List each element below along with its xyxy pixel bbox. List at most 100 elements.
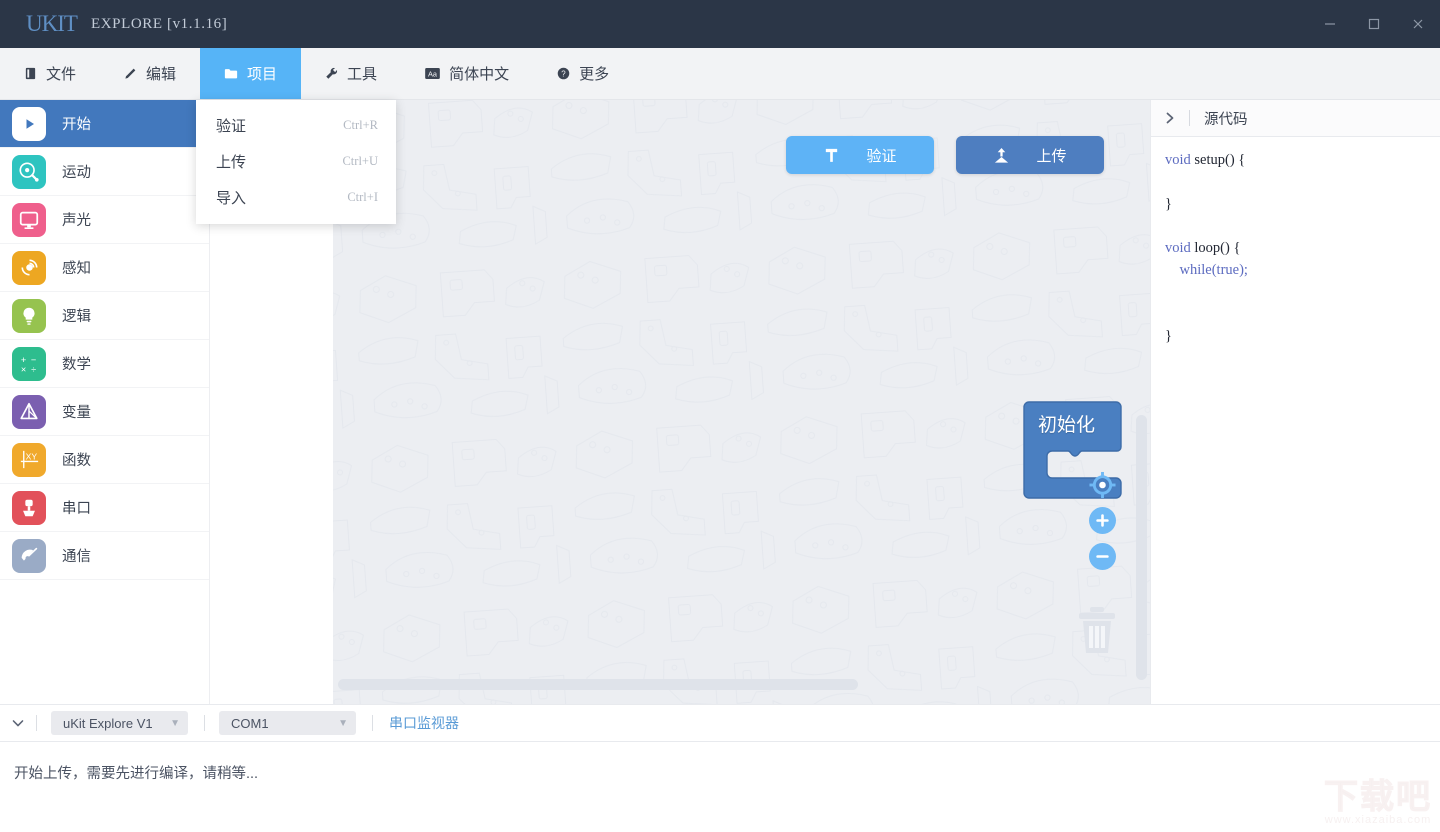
sidebar-item-label: 变量 (62, 405, 91, 421)
svg-text:×: × (21, 364, 26, 374)
dropdown-item-shortcut: Ctrl+U (342, 153, 378, 168)
upload-icon (993, 147, 1010, 164)
sidebar-item-label: 数学 (62, 357, 91, 373)
app-title: EXPLORE [v1.1.16] (90, 15, 228, 32)
source-panel-title: 源代码 (1204, 111, 1248, 128)
sidebar-item-motion[interactable]: 运动 (0, 148, 209, 196)
menu-item-language[interactable]: Aa 简体中文 (401, 48, 533, 99)
sidebar-item-label: 开始 (62, 117, 91, 133)
menu-item-file[interactable]: 文件 (0, 48, 100, 99)
verify-button-label: 验证 (866, 147, 897, 165)
code-line: } (1165, 325, 1440, 347)
chevron-down-icon: ▼ (338, 717, 348, 729)
minus-icon[interactable] (1089, 543, 1116, 570)
code-token: while(true); (1179, 262, 1248, 278)
upload-button[interactable]: 上传 (956, 136, 1104, 174)
sidebar-item-sensing[interactable]: 感知 (0, 244, 209, 292)
sidebar-item-logic[interactable]: 逻辑 (0, 292, 209, 340)
sidebar-item-label: 感知 (62, 261, 91, 277)
svg-text:XY: XY (25, 452, 37, 462)
canvas-horizontal-scrollbar[interactable] (338, 679, 1143, 690)
code-line: void setup() { (1165, 149, 1440, 171)
help-icon: ? (557, 67, 570, 80)
title-bar: UKIT EXPLORE [v1.1.16] (0, 0, 1440, 48)
function-icon: XY (12, 442, 46, 477)
log-panel: 开始上传，需要先进行编译，请稍等... 下载吧 www.xiazaiba.com (0, 742, 1440, 832)
dropdown-item-verify[interactable]: 验证 Ctrl+R (196, 107, 396, 143)
watermark: 下载吧 www.xiazaiba.com (1324, 780, 1432, 827)
display-icon (12, 202, 46, 237)
code-token: } (1165, 328, 1172, 344)
board-select-value: uKit Explore V1 (63, 715, 153, 731)
folder-icon (224, 67, 238, 80)
sidebar-item-math[interactable]: + − × ÷ 数学 (0, 340, 209, 388)
scrollbar-thumb[interactable] (338, 679, 858, 690)
scrollbar-thumb[interactable] (1136, 415, 1147, 680)
sidebar-item-label: 运动 (62, 165, 91, 181)
workspace-canvas[interactable]: 验证 上传 初始化 (333, 100, 1150, 704)
plus-icon[interactable] (1089, 507, 1116, 534)
trash-icon[interactable] (1076, 605, 1118, 660)
math-icon: + − × ÷ (12, 346, 46, 381)
svg-text:?: ? (561, 69, 566, 78)
source-panel-header: 源代码 (1151, 100, 1440, 137)
sidebar-item-label: 函数 (62, 453, 91, 469)
source-code-panel: 源代码 void setup() { } void loop() { while… (1150, 100, 1440, 704)
sidebar-item-serial[interactable]: 串口 (0, 484, 209, 532)
maximize-icon[interactable] (1352, 0, 1396, 48)
board-select[interactable]: uKit Explore V1 ▼ (51, 711, 188, 735)
menu-item-tools[interactable]: 工具 (301, 48, 401, 99)
project-dropdown-menu: 验证 Ctrl+R 上传 Ctrl+U 导入 Ctrl+I (196, 100, 396, 224)
sidebar-item-label: 声光 (62, 213, 91, 229)
menu-label: 编辑 (146, 66, 177, 83)
sidebar-item-start[interactable]: 开始 (0, 100, 209, 148)
usb-icon (12, 490, 46, 525)
status-divider (372, 715, 373, 731)
variable-icon (12, 394, 46, 429)
source-code-text: void setup() { } void loop() { while(tru… (1151, 137, 1440, 704)
port-select[interactable]: COM1 ▼ (219, 711, 356, 735)
dropdown-item-import[interactable]: 导入 Ctrl+I (196, 179, 396, 215)
sidebar-item-variable[interactable]: 变量 (0, 388, 209, 436)
sidebar-item-label: 逻辑 (62, 309, 91, 325)
status-divider (204, 715, 205, 731)
sidebar-item-label: 通信 (62, 549, 91, 565)
sidebar-item-sound-light[interactable]: 声光 (0, 196, 209, 244)
menu-bar: 文件 编辑 项目 工具 Aa 简体中文 ? 更多 (0, 48, 1440, 100)
block-label: 初始化 (1038, 415, 1096, 436)
code-line: } (1165, 193, 1440, 215)
sidebar-item-communication[interactable]: 通信 (0, 532, 209, 580)
motion-icon (12, 154, 46, 189)
menu-item-edit[interactable]: 编辑 (100, 48, 200, 99)
sidebar-item-function[interactable]: XY 函数 (0, 436, 209, 484)
dropdown-item-shortcut: Ctrl+R (343, 117, 378, 132)
code-line: while(true); (1165, 259, 1440, 281)
zoom-controls (1089, 471, 1116, 570)
wrench-icon (325, 67, 338, 80)
menu-label: 工具 (347, 66, 378, 83)
chevron-right-icon[interactable] (1151, 112, 1189, 124)
chevron-down-icon[interactable] (0, 719, 36, 728)
menu-item-project[interactable]: 项目 (200, 48, 302, 99)
antenna-icon (12, 538, 46, 573)
svg-text:÷: ÷ (31, 364, 36, 374)
svg-text:Aa: Aa (428, 69, 438, 78)
serial-monitor-link[interactable]: 串口监视器 (389, 713, 459, 733)
code-token: loop() { (1194, 240, 1241, 256)
window-controls (1308, 0, 1440, 48)
canvas-vertical-scrollbar[interactable] (1136, 110, 1147, 690)
center-target-icon[interactable] (1089, 471, 1116, 498)
header-divider (1189, 110, 1190, 126)
minimize-icon[interactable] (1308, 0, 1352, 48)
dropdown-item-upload[interactable]: 上传 Ctrl+U (196, 143, 396, 179)
menu-item-more[interactable]: ? 更多 (533, 48, 633, 99)
dropdown-item-label: 验证 (216, 118, 247, 135)
watermark-url: www.xiazaiba.com (1324, 814, 1432, 826)
verify-button[interactable]: 验证 (786, 136, 934, 174)
language-icon: Aa (425, 68, 440, 79)
close-icon[interactable] (1396, 0, 1440, 48)
